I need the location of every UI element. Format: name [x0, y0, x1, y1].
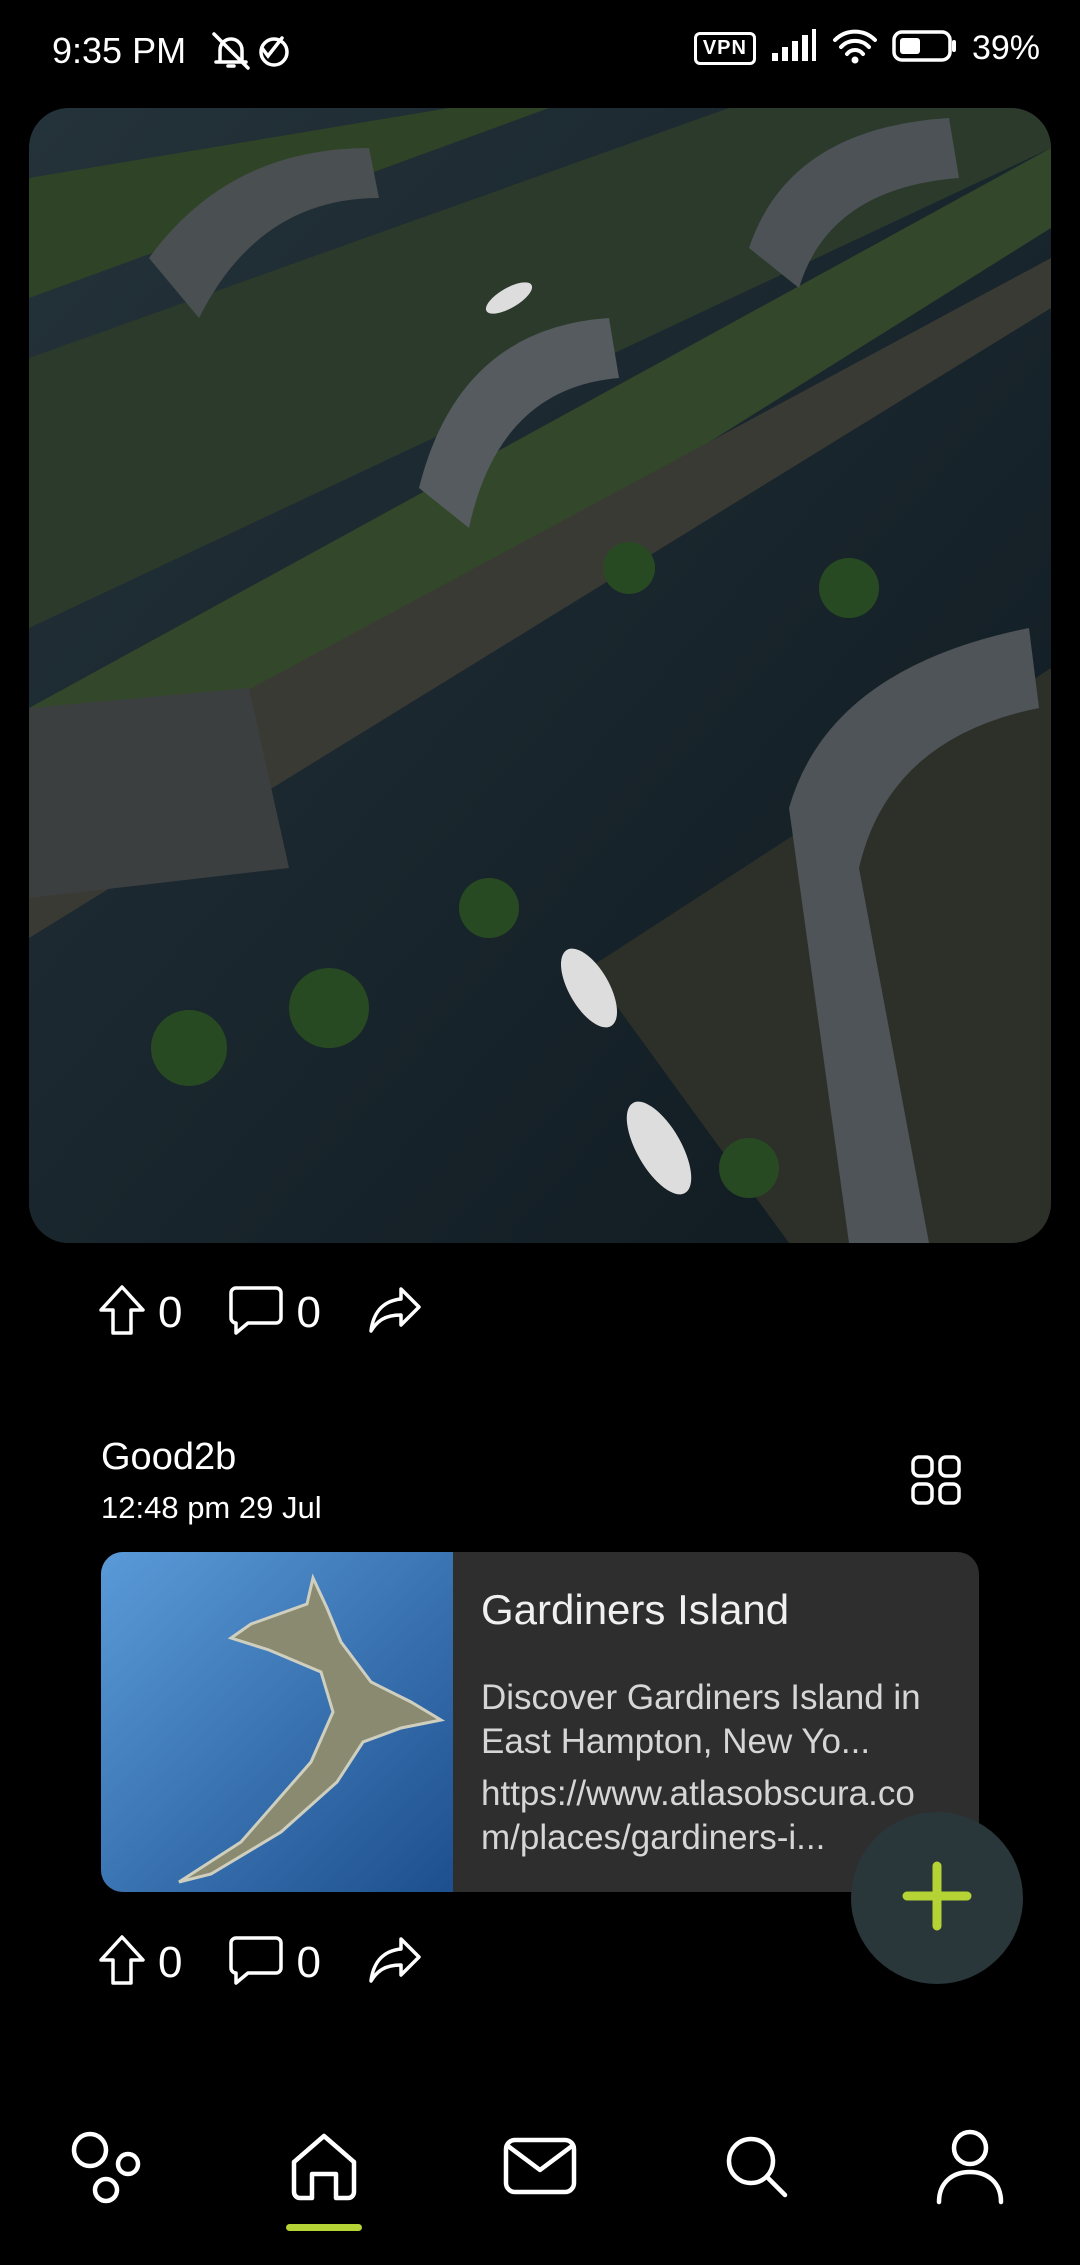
grid-view-button[interactable]	[910, 1454, 962, 1511]
grid-icon	[910, 1455, 962, 1510]
comment-count: 0	[296, 1937, 321, 1987]
comment-button[interactable]: 0	[228, 1934, 321, 1991]
post-actions: 0 0	[98, 1284, 469, 1341]
battery-icon	[892, 30, 958, 67]
profile-icon	[935, 2126, 1005, 2211]
upvote-button[interactable]: 0	[98, 1934, 182, 1991]
post-actions: 0 0	[98, 1934, 469, 1991]
upvote-count: 0	[158, 1287, 183, 1337]
comment-icon	[228, 1934, 284, 1991]
nav-active-indicator	[286, 2224, 362, 2231]
nav-home[interactable]	[274, 2118, 374, 2218]
share-icon	[367, 1285, 423, 1340]
share-icon	[367, 1935, 423, 1990]
post-author[interactable]: Good2b	[101, 1436, 236, 1479]
comment-count: 0	[296, 1287, 321, 1337]
create-post-button[interactable]	[851, 1812, 1023, 1984]
post-image[interactable]	[29, 108, 1051, 1243]
comment-button[interactable]: 0	[228, 1284, 321, 1341]
nav-search[interactable]	[706, 2118, 806, 2218]
status-time: 9:35 PM	[52, 30, 187, 71]
bottom-navigation	[0, 2100, 1080, 2265]
upvote-button[interactable]: 0	[98, 1284, 182, 1341]
battery-percent: 39%	[971, 29, 1040, 67]
nav-communities[interactable]	[56, 2118, 156, 2218]
link-description: Discover Gardiners Island in East Hampto…	[481, 1678, 921, 1761]
upvote-icon	[98, 1934, 146, 1991]
link-url[interactable]: https://www.atlasobscura.com/places/gard…	[481, 1772, 921, 1862]
vpn-badge: VPN	[693, 32, 756, 65]
link-title: Gardiners Island	[481, 1586, 790, 1633]
signal-icon	[770, 29, 818, 68]
notification-icons	[210, 28, 300, 79]
upvote-count: 0	[158, 1937, 183, 1987]
nav-inbox[interactable]	[490, 2118, 590, 2218]
upvote-icon	[98, 1284, 146, 1341]
post-timestamp: 12:48 pm 29 Jul	[101, 1490, 322, 1525]
comment-icon	[228, 1284, 284, 1341]
share-button[interactable]	[367, 1935, 423, 1990]
share-button[interactable]	[367, 1285, 423, 1340]
home-icon	[286, 2128, 362, 2209]
link-thumbnail	[101, 1552, 453, 1892]
link-preview-card[interactable]: Gardiners Island Discover Gardiners Isla…	[101, 1552, 979, 1892]
nav-profile[interactable]	[920, 2118, 1020, 2218]
search-icon	[721, 2131, 791, 2206]
wifi-icon	[832, 28, 878, 69]
inbox-icon	[502, 2136, 578, 2201]
status-right: VPN 39%	[693, 28, 1040, 69]
plus-icon	[901, 1860, 973, 1937]
status-bar: 9:35 PM VPN 39%	[0, 0, 1080, 100]
communities-icon	[66, 2126, 146, 2211]
